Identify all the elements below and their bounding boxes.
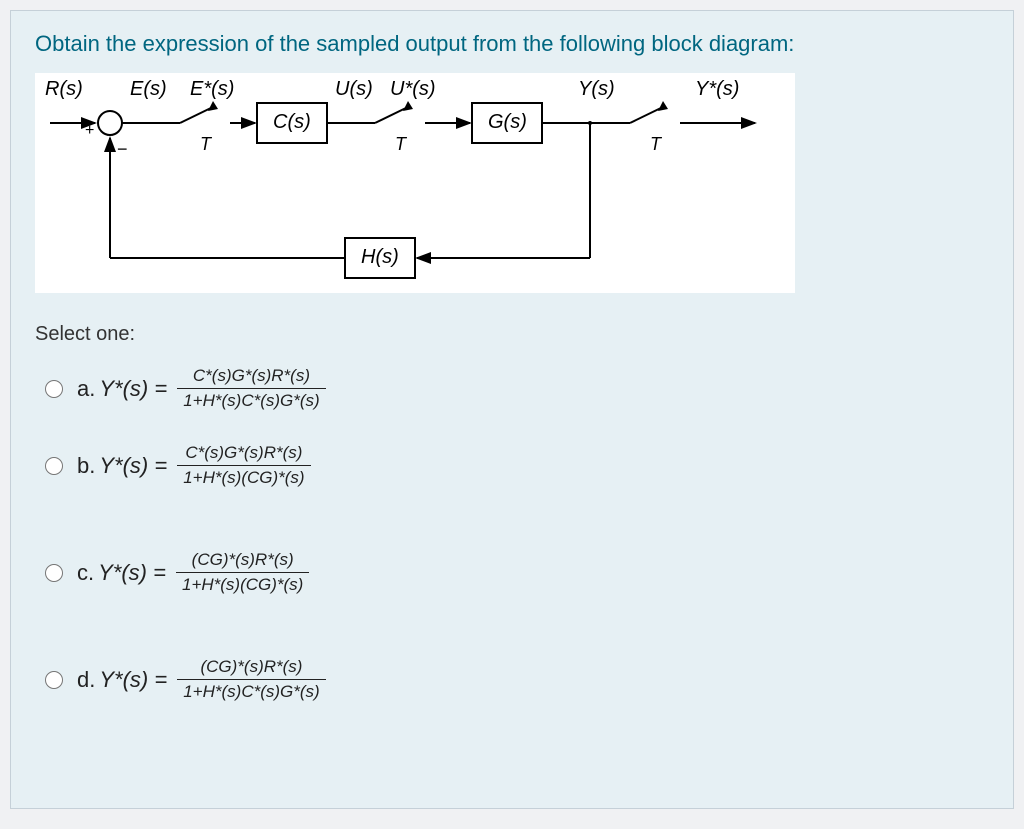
option-a-label: a. Y*(s) = C*(s)G*(s)R*(s) 1+H*(s)C*(s)G… bbox=[77, 364, 326, 413]
block-C-label: C(s) bbox=[273, 111, 311, 133]
block-H-label: H(s) bbox=[361, 246, 399, 268]
signal-Ustar: U*(s) bbox=[390, 78, 436, 100]
summer-plus: + bbox=[85, 122, 94, 139]
signal-Estar: E*(s) bbox=[190, 78, 234, 100]
signal-U: U(s) bbox=[335, 78, 373, 100]
option-d-fraction: (CG)*(s)R*(s) 1+H*(s)C*(s)G*(s) bbox=[177, 655, 325, 704]
signal-R: R(s) bbox=[45, 78, 83, 100]
option-a-radio[interactable] bbox=[45, 380, 63, 398]
question-container: Obtain the expression of the sampled out… bbox=[10, 10, 1014, 809]
sampler-2-T: T bbox=[395, 134, 408, 154]
signal-Ystar: Y*(s) bbox=[695, 78, 739, 100]
block-diagram-svg: R(s) + − E(s) T E*(s) C(s) U(s) T bbox=[35, 73, 795, 293]
select-one-label: Select one: bbox=[35, 323, 989, 346]
option-b-label: b. Y*(s) = C*(s)G*(s)R*(s) 1+H*(s)(CG)*(… bbox=[77, 441, 311, 490]
question-prompt: Obtain the expression of the sampled out… bbox=[35, 31, 989, 57]
option-a-fraction: C*(s)G*(s)R*(s) 1+H*(s)C*(s)G*(s) bbox=[177, 364, 325, 413]
option-a[interactable]: a. Y*(s) = C*(s)G*(s)R*(s) 1+H*(s)C*(s)G… bbox=[45, 364, 989, 413]
sampler-1-T: T bbox=[200, 134, 213, 154]
option-b[interactable]: b. Y*(s) = C*(s)G*(s)R*(s) 1+H*(s)(CG)*(… bbox=[45, 441, 989, 490]
option-b-fraction: C*(s)G*(s)R*(s) 1+H*(s)(CG)*(s) bbox=[177, 441, 310, 490]
signal-Y: Y(s) bbox=[578, 78, 615, 100]
summer-minus: − bbox=[117, 139, 128, 159]
option-b-radio[interactable] bbox=[45, 457, 63, 475]
option-c-fraction: (CG)*(s)R*(s) 1+H*(s)(CG)*(s) bbox=[176, 548, 309, 597]
option-d[interactable]: d. Y*(s) = (CG)*(s)R*(s) 1+H*(s)C*(s)G*(… bbox=[45, 655, 989, 704]
option-c[interactable]: c. Y*(s) = (CG)*(s)R*(s) 1+H*(s)(CG)*(s) bbox=[45, 548, 989, 597]
sampler-3-T: T bbox=[650, 134, 663, 154]
block-G-label: G(s) bbox=[488, 111, 527, 133]
summer bbox=[98, 111, 122, 135]
option-d-radio[interactable] bbox=[45, 671, 63, 689]
block-diagram: R(s) + − E(s) T E*(s) C(s) U(s) T bbox=[35, 73, 795, 293]
option-c-label: c. Y*(s) = (CG)*(s)R*(s) 1+H*(s)(CG)*(s) bbox=[77, 548, 309, 597]
options-group: a. Y*(s) = C*(s)G*(s)R*(s) 1+H*(s)C*(s)G… bbox=[45, 364, 989, 704]
option-c-radio[interactable] bbox=[45, 564, 63, 582]
option-d-label: d. Y*(s) = (CG)*(s)R*(s) 1+H*(s)C*(s)G*(… bbox=[77, 655, 326, 704]
signal-E: E(s) bbox=[130, 78, 167, 100]
